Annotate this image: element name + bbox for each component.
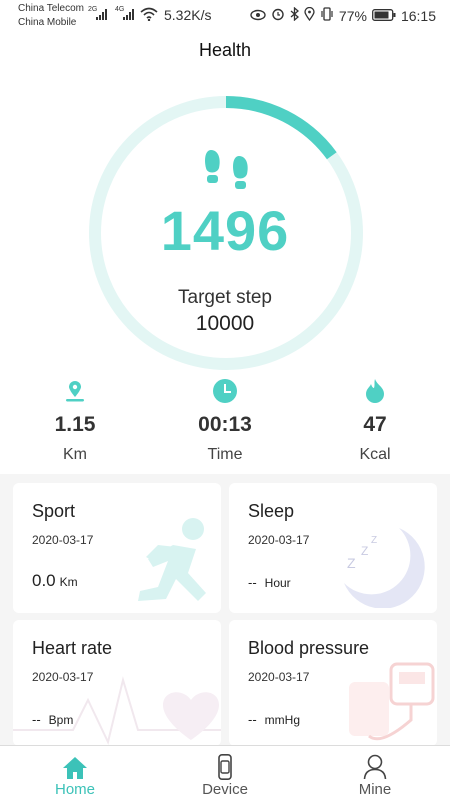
carrier-info: China Telecom China Mobile [18, 2, 84, 30]
network-speed: 5.32K/s [164, 7, 212, 23]
nav-home-label: Home [54, 781, 95, 798]
calories-unit: Kcal [359, 446, 391, 463]
carrier-1: China Telecom [18, 3, 84, 14]
sleep-title: Sleep [248, 501, 295, 521]
sport-value: 0.0 [32, 571, 56, 590]
time-metric: 00:13 Time [165, 376, 285, 464]
running-figure-icon [138, 518, 206, 601]
status-bar: China Telecom China Mobile 2G 4G 5.32K/s… [0, 0, 450, 32]
person-icon [315, 750, 435, 780]
eye-icon [250, 8, 266, 24]
sleep-value: -- [248, 575, 257, 590]
footprints-icon [205, 150, 248, 189]
nav-device[interactable]: Device [165, 750, 285, 798]
time-value: 00:13 [198, 413, 252, 436]
target-step-value: 10000 [195, 312, 255, 335]
heart-rate-date: 2020-03-17 [32, 670, 94, 684]
heart-rate-unit: Bpm [48, 713, 74, 727]
battery-percent: 77% [338, 7, 367, 24]
sport-date: 2020-03-17 [32, 533, 94, 547]
alarm-icon [271, 7, 285, 24]
vibrate-icon [320, 7, 334, 24]
flame-icon [315, 376, 435, 406]
sleep-unit: Hour [264, 576, 291, 590]
bluetooth-icon [290, 6, 299, 24]
blood-pressure-monitor-icon [349, 662, 435, 741]
clock-icon [165, 376, 285, 406]
sleep-date: 2020-03-17 [248, 533, 310, 547]
signal-icon-2 [123, 8, 134, 20]
sport-title: Sport [32, 501, 76, 521]
svg-text:Z: Z [371, 535, 377, 546]
sport-value-row: 0.0 Km [32, 571, 78, 591]
blood-pressure-date: 2020-03-17 [248, 670, 310, 684]
time-unit: Time [207, 446, 243, 463]
heart-rate-card[interactable]: Heart rate 2020-03-17 -- Bpm [13, 620, 221, 746]
blood-pressure-unit: mmHg [264, 713, 301, 727]
sleep-value-row: -- Hour [248, 575, 291, 590]
nav-mine[interactable]: Mine [315, 750, 435, 798]
nav-home[interactable]: Home [15, 750, 135, 798]
carrier-2: China Mobile [18, 17, 77, 28]
sport-unit: Km [59, 575, 78, 589]
nav-device-label: Device [202, 781, 248, 798]
blood-pressure-value-row: -- mmHg [248, 712, 300, 727]
distance-metric: 1.15 Km [15, 376, 135, 464]
svg-text:Z: Z [361, 544, 368, 558]
calories-value: 47 [363, 413, 387, 436]
step-count: 1496 [160, 199, 290, 262]
location-status-icon [304, 6, 315, 24]
target-step-label: Target step [178, 287, 272, 308]
location-icon [15, 376, 135, 406]
moon-icon: Z Z Z [344, 528, 425, 608]
clock-time: 16:15 [400, 7, 436, 24]
bottom-nav: Home Device Mine [0, 745, 450, 801]
page-title: Health [198, 40, 252, 60]
heart-rate-value-row: -- Bpm [32, 712, 73, 727]
sleep-card[interactable]: Z Z Z Sleep 2020-03-17 -- Hour [229, 483, 437, 613]
nav-mine-label: Mine [358, 781, 392, 798]
svg-text:Z: Z [347, 555, 356, 571]
calories-metric: 47 Kcal [315, 376, 435, 464]
battery-icon [372, 8, 396, 24]
heart-rate-title: Heart rate [32, 638, 113, 658]
home-icon [15, 750, 135, 780]
blood-pressure-value: -- [248, 712, 257, 727]
heart-rate-value: -- [32, 712, 41, 727]
blood-pressure-title: Blood pressure [248, 638, 370, 658]
distance-value: 1.15 [54, 413, 96, 436]
wifi-icon [140, 7, 158, 24]
ring-progress-arc [225, 96, 337, 160]
watch-icon [165, 750, 285, 780]
sport-card[interactable]: Sport 2020-03-17 0.0 Km [13, 483, 221, 613]
blood-pressure-card[interactable]: Blood pressure 2020-03-17 -- mmHg [229, 620, 437, 746]
distance-unit: Km [63, 446, 87, 463]
signal-icon-1 [96, 8, 107, 20]
